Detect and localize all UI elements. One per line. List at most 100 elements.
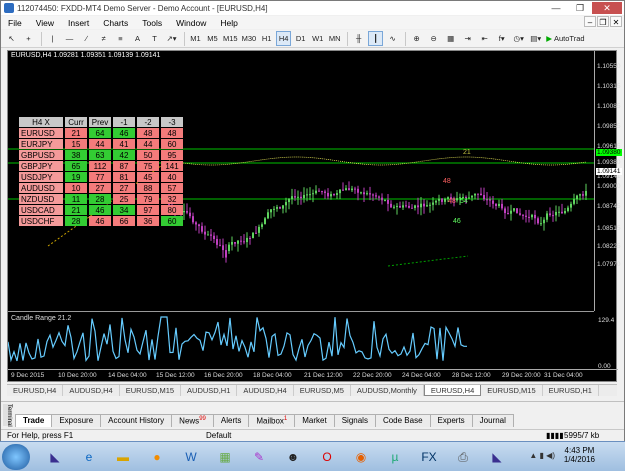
indicators-icon[interactable]: f▾ xyxy=(494,31,509,46)
line-chart-icon[interactable]: ∿ xyxy=(385,31,400,46)
timeframe-m5[interactable]: M5 xyxy=(205,31,220,46)
matrix-cell: 80 xyxy=(161,205,183,215)
time-label: 14 Dec 04:00 xyxy=(108,372,147,379)
panda-icon[interactable]: ☻ xyxy=(278,445,308,469)
folder-icon[interactable]: ▬ xyxy=(108,445,138,469)
candle-body xyxy=(252,232,254,239)
matrix-cell: 66 xyxy=(113,216,135,226)
chart-tab[interactable]: AUDUSD,H4 xyxy=(63,385,120,396)
printer-icon[interactable]: ⎙ xyxy=(448,445,478,469)
menu-view[interactable]: View xyxy=(29,18,61,28)
menu-insert[interactable]: Insert xyxy=(61,18,96,28)
terminal-tab[interactable]: Code Base xyxy=(374,414,431,427)
time-scale[interactable]: 9 Dec 2015 10 Dec 20:00 14 Dec 04:00 15 Dec… xyxy=(8,369,618,383)
chart-tab[interactable]: EURUSD,M15 xyxy=(481,385,543,396)
chart-tab[interactable]: EURUSD,H4 xyxy=(423,385,482,396)
arrows-icon[interactable]: ↗▾ xyxy=(164,31,179,46)
metatrader-icon[interactable]: ◣ xyxy=(40,445,70,469)
word-icon[interactable]: W xyxy=(176,445,206,469)
horizontal-line-icon[interactable]: — xyxy=(62,31,77,46)
cursor-icon[interactable]: ↖ xyxy=(4,31,19,46)
firefox-icon[interactable]: ◉ xyxy=(346,445,376,469)
chart-shift-icon[interactable]: ⇤ xyxy=(477,31,492,46)
time-label: 22 Dec 20:00 xyxy=(353,372,392,379)
matrix-row: AUDUSD 10 27 27 88 57 xyxy=(19,183,183,193)
chart-tab[interactable]: AUDUSD,H4 xyxy=(237,385,294,396)
periods-icon[interactable]: ◷▾ xyxy=(511,31,526,46)
fxdd-icon[interactable]: FX xyxy=(414,445,444,469)
timeframe-mn[interactable]: MN xyxy=(327,31,342,46)
crosshair-icon[interactable]: + xyxy=(21,31,36,46)
taskbar: ◣ e ▬ ● W ▦ ✎ ☻ O ◉ µ FX ⎙ ◣ ▲ ▮ ◀) 4:43… xyxy=(0,441,625,471)
media-icon[interactable]: ● xyxy=(142,445,172,469)
terminal-tab[interactable]: Account History xyxy=(100,414,173,427)
price-scale[interactable]: 1.10550 1.10315 1.10085 1.09855 1.09615 1.093… xyxy=(594,51,622,311)
text-icon[interactable]: A xyxy=(130,31,145,46)
maximize-button[interactable]: ❐ xyxy=(568,2,592,14)
terminal-tab[interactable]: Trade xyxy=(15,414,53,427)
timeframe-w1[interactable]: W1 xyxy=(310,31,325,46)
mdi-minimize-button[interactable]: – xyxy=(584,16,596,27)
timeframe-d1[interactable]: D1 xyxy=(293,31,308,46)
terminal-tab[interactable]: Alerts xyxy=(212,414,250,427)
calc-icon[interactable]: ▦ xyxy=(210,445,240,469)
zoom-out-icon[interactable]: ⊖ xyxy=(426,31,441,46)
terminal-tab[interactable]: News99 xyxy=(171,414,214,427)
candlestick-icon[interactable]: ┃ xyxy=(368,31,384,46)
mdi-restore-button[interactable]: ❐ xyxy=(597,16,609,27)
menu-charts[interactable]: Charts xyxy=(96,18,135,28)
timeframe-m30[interactable]: M30 xyxy=(241,31,258,46)
system-tray[interactable]: ▲ ▮ ◀) xyxy=(529,451,555,460)
autotrading-button[interactable]: ▶ AutoTrad xyxy=(545,31,585,46)
menu-tools[interactable]: Tools xyxy=(135,18,169,28)
chart-tab[interactable]: EURUSD,H1 xyxy=(543,385,599,396)
terminal-tab[interactable]: Market xyxy=(294,414,335,427)
timeframe-h4[interactable]: H4 xyxy=(276,31,292,46)
candle-range-indicator[interactable] xyxy=(8,312,594,369)
terminal-tab[interactable]: Exposure xyxy=(51,414,102,427)
chart-tab[interactable]: EURUSD,M15 xyxy=(120,385,182,396)
clock[interactable]: 4:43 PM 1/4/2016 xyxy=(564,446,595,464)
close-button[interactable]: ✕ xyxy=(592,2,622,14)
chart-window[interactable]: 21 48 48 54 46 EURUSD,H4 1.09281 1.09351 1.0… xyxy=(7,50,622,383)
terminal-tab[interactable]: Experts xyxy=(429,414,473,427)
metatrader2-icon[interactable]: ◣ xyxy=(482,445,512,469)
label-icon[interactable]: T xyxy=(147,31,162,46)
time-label: 28 Dec 12:00 xyxy=(452,372,491,379)
terminal-side-label[interactable]: Terminal xyxy=(3,404,12,427)
ie-icon[interactable]: e xyxy=(74,445,104,469)
menu-file[interactable]: File xyxy=(1,18,29,28)
chart-tab[interactable]: EURUSD,M5 xyxy=(294,385,351,396)
menu-help[interactable]: Help xyxy=(213,18,244,28)
candle-body xyxy=(231,242,233,245)
minimize-button[interactable]: — xyxy=(544,2,568,14)
chart-tab[interactable]: AUDUSD,H1 xyxy=(181,385,238,396)
templates-icon[interactable]: ▤▾ xyxy=(528,31,543,46)
timeframe-m1[interactable]: M1 xyxy=(188,31,203,46)
zoom-in-icon[interactable]: ⊕ xyxy=(409,31,424,46)
timeframe-m15[interactable]: M15 xyxy=(222,31,239,46)
time-label: 9 Dec 2015 xyxy=(11,372,45,379)
fibonacci-icon[interactable]: ≡ xyxy=(113,31,128,46)
start-button-icon[interactable] xyxy=(2,444,30,470)
channel-icon[interactable]: ≠ xyxy=(96,31,111,46)
opera-icon[interactable]: O xyxy=(312,445,342,469)
terminal-tab[interactable]: Mailbox1 xyxy=(248,414,296,427)
tile-windows-icon[interactable]: ▦ xyxy=(443,31,458,46)
terminal-tab[interactable]: Journal xyxy=(471,414,514,427)
matrix-row: EURUSD 21 64 46 48 48 xyxy=(19,128,183,138)
mdi-close-button[interactable]: ✕ xyxy=(610,16,622,27)
bar-chart-icon[interactable]: ╫ xyxy=(351,31,366,46)
candle-body xyxy=(258,226,260,233)
vertical-line-icon[interactable]: | xyxy=(45,31,60,46)
chart-tab[interactable]: AUDUSD,Monthly xyxy=(351,385,424,396)
autoscroll-icon[interactable]: ⇥ xyxy=(460,31,475,46)
chart-tab[interactable]: EURUSD,H4 xyxy=(7,385,64,396)
status-profile: Default xyxy=(206,431,232,440)
trendline-icon[interactable]: ∕ xyxy=(79,31,94,46)
terminal-tab[interactable]: Signals xyxy=(333,414,376,427)
timeframe-h1[interactable]: H1 xyxy=(259,31,274,46)
feather-icon[interactable]: ✎ xyxy=(244,445,274,469)
menu-window[interactable]: Window xyxy=(169,18,213,28)
utorrent-icon[interactable]: µ xyxy=(380,445,410,469)
